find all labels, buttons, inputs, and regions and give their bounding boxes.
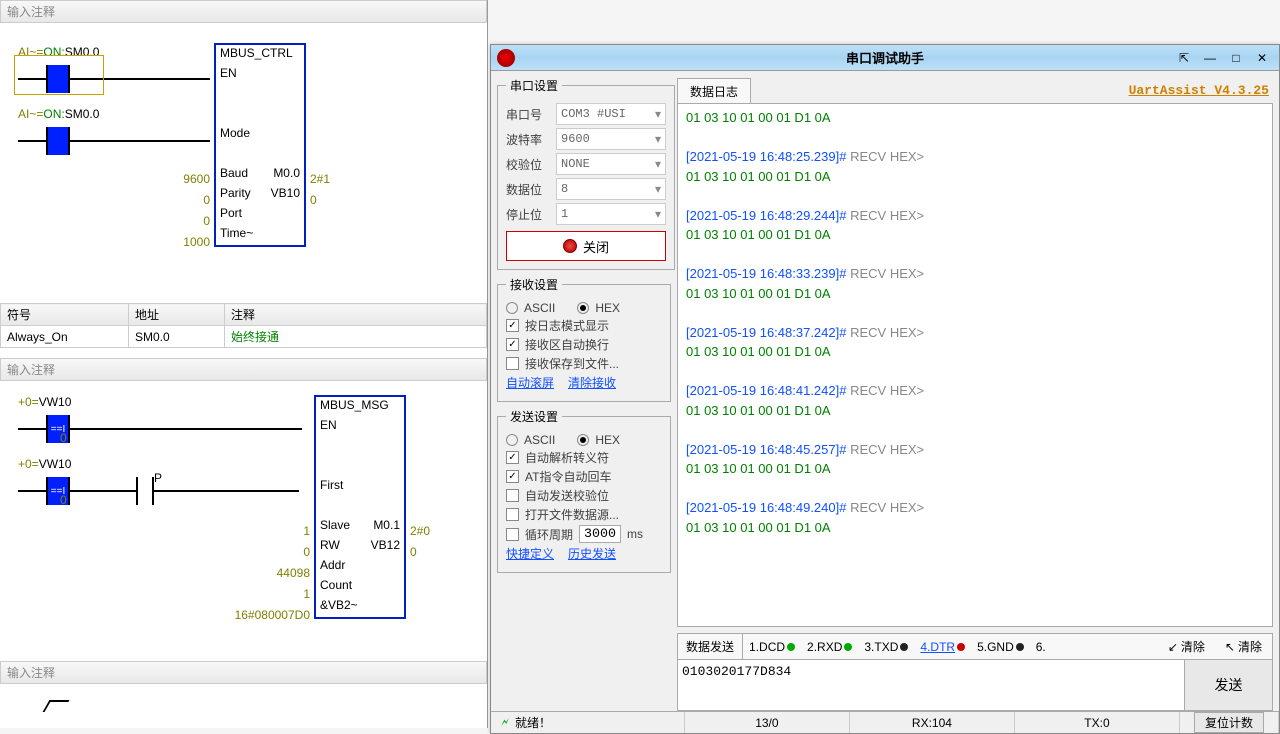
send-opt2-chk[interactable] [506, 470, 519, 483]
close-window-button[interactable]: ✕ [1251, 49, 1273, 67]
fbd-mbus-msg[interactable]: MBUS_MSG EN First SlaveM0.1 RWVB12 Addr … [314, 395, 406, 619]
maximize-button[interactable]: □ [1225, 49, 1247, 67]
stopbits-select[interactable]: 1 [556, 203, 666, 225]
recv-ascii-radio[interactable] [506, 302, 518, 314]
recv-opt1-chk[interactable] [506, 319, 519, 332]
send-ascii-radio[interactable] [506, 434, 518, 446]
contact-p[interactable] [136, 477, 154, 505]
recv-hex-radio[interactable] [577, 302, 589, 314]
pin-button[interactable]: ⇱ [1173, 49, 1195, 67]
send-opt3-chk[interactable] [506, 489, 519, 502]
cycle-input[interactable] [579, 525, 621, 543]
statusbar: 🗲就绪！ 13/0 RX:104 TX:0 复位计数 [491, 711, 1279, 733]
signal-3.TXD: 3.TXD [858, 636, 914, 658]
uart-assistant-window: 串口调试助手 ⇱ — □ ✕ 串口设置 串口号COM3 #USI 波特率9600… [490, 44, 1280, 734]
shortcut-link[interactable]: 快捷定义 [506, 545, 554, 562]
titlebar[interactable]: 串口调试助手 ⇱ — □ ✕ [491, 45, 1279, 71]
baud-select[interactable]: 9600 [556, 128, 666, 150]
signal-4.DTR: 4.DTR [914, 636, 971, 658]
send-hex-radio[interactable] [577, 434, 589, 446]
signal-6.: 6. [1030, 636, 1052, 658]
signal-2.RXD: 2.RXD [801, 636, 858, 658]
contact-no[interactable] [46, 127, 70, 155]
signal-5.GND: 5.GND [971, 636, 1030, 658]
app-icon [497, 49, 515, 67]
recv-opt2-chk[interactable] [506, 338, 519, 351]
clear-recv-link[interactable]: 清除接收 [568, 374, 616, 391]
reset-counter-button[interactable]: 复位计数 [1194, 712, 1264, 733]
plc-editor: 输入注释 AI~=ON:SM0.0 AI~=ON:SM0.0 MBUS_CTRL… [0, 0, 488, 728]
port-settings: 串口设置 串口号COM3 #USI 波特率9600 校验位NONE 数据位8 停… [497, 77, 675, 270]
databits-select[interactable]: 8 [556, 178, 666, 200]
recv-settings: 接收设置 ASCII HEX 按日志模式显示 接收区自动换行 接收保存到文件..… [497, 276, 671, 402]
port-select[interactable]: COM3 #USI [556, 103, 666, 125]
send-input[interactable]: 0103020177D834 [677, 659, 1185, 711]
history-link[interactable]: 历史发送 [568, 545, 616, 562]
network-header-1: 输入注释 [0, 0, 487, 23]
send-cycle-chk[interactable] [506, 528, 519, 541]
minimize-button[interactable]: — [1199, 49, 1221, 67]
autoscroll-link[interactable]: 自动滚屏 [506, 374, 554, 391]
send-settings: 发送设置 ASCII HEX 自动解析转义符 AT指令自动回车 自动发送校验位 … [497, 408, 671, 573]
network-header-2: 输入注释 [0, 358, 487, 381]
data-log-tab[interactable]: 数据日志 [677, 78, 751, 104]
send-button[interactable]: 发送 [1185, 659, 1273, 711]
send-opt1-chk[interactable] [506, 451, 519, 464]
symbol-table[interactable]: 符号 地址 注释 Always_On SM0.0 始终接通 [0, 303, 487, 348]
parity-select[interactable]: NONE [556, 153, 666, 175]
recv-opt3-chk[interactable] [506, 357, 519, 370]
fbd-mbus-ctrl[interactable]: MBUS_CTRL EN Mode BaudM0.0 ParityVB10 Po… [214, 43, 306, 247]
data-send-tab[interactable]: 数据发送 [678, 634, 743, 659]
signal-1.DCD: 1.DCD [743, 636, 801, 658]
send-opt4-chk[interactable] [506, 508, 519, 521]
close-port-button[interactable]: 关闭 [506, 231, 666, 261]
product-label[interactable]: UartAssist V4.3.25 [1129, 83, 1269, 98]
clear-button-1[interactable]: ↙ 清除 [1158, 635, 1215, 658]
log-area[interactable]: 01 03 10 01 00 01 D1 0A[2021-05-19 16:48… [677, 103, 1273, 627]
network-header-3: 输入注释 [0, 661, 487, 684]
clear-button-2[interactable]: ↖ 清除 [1215, 635, 1272, 658]
